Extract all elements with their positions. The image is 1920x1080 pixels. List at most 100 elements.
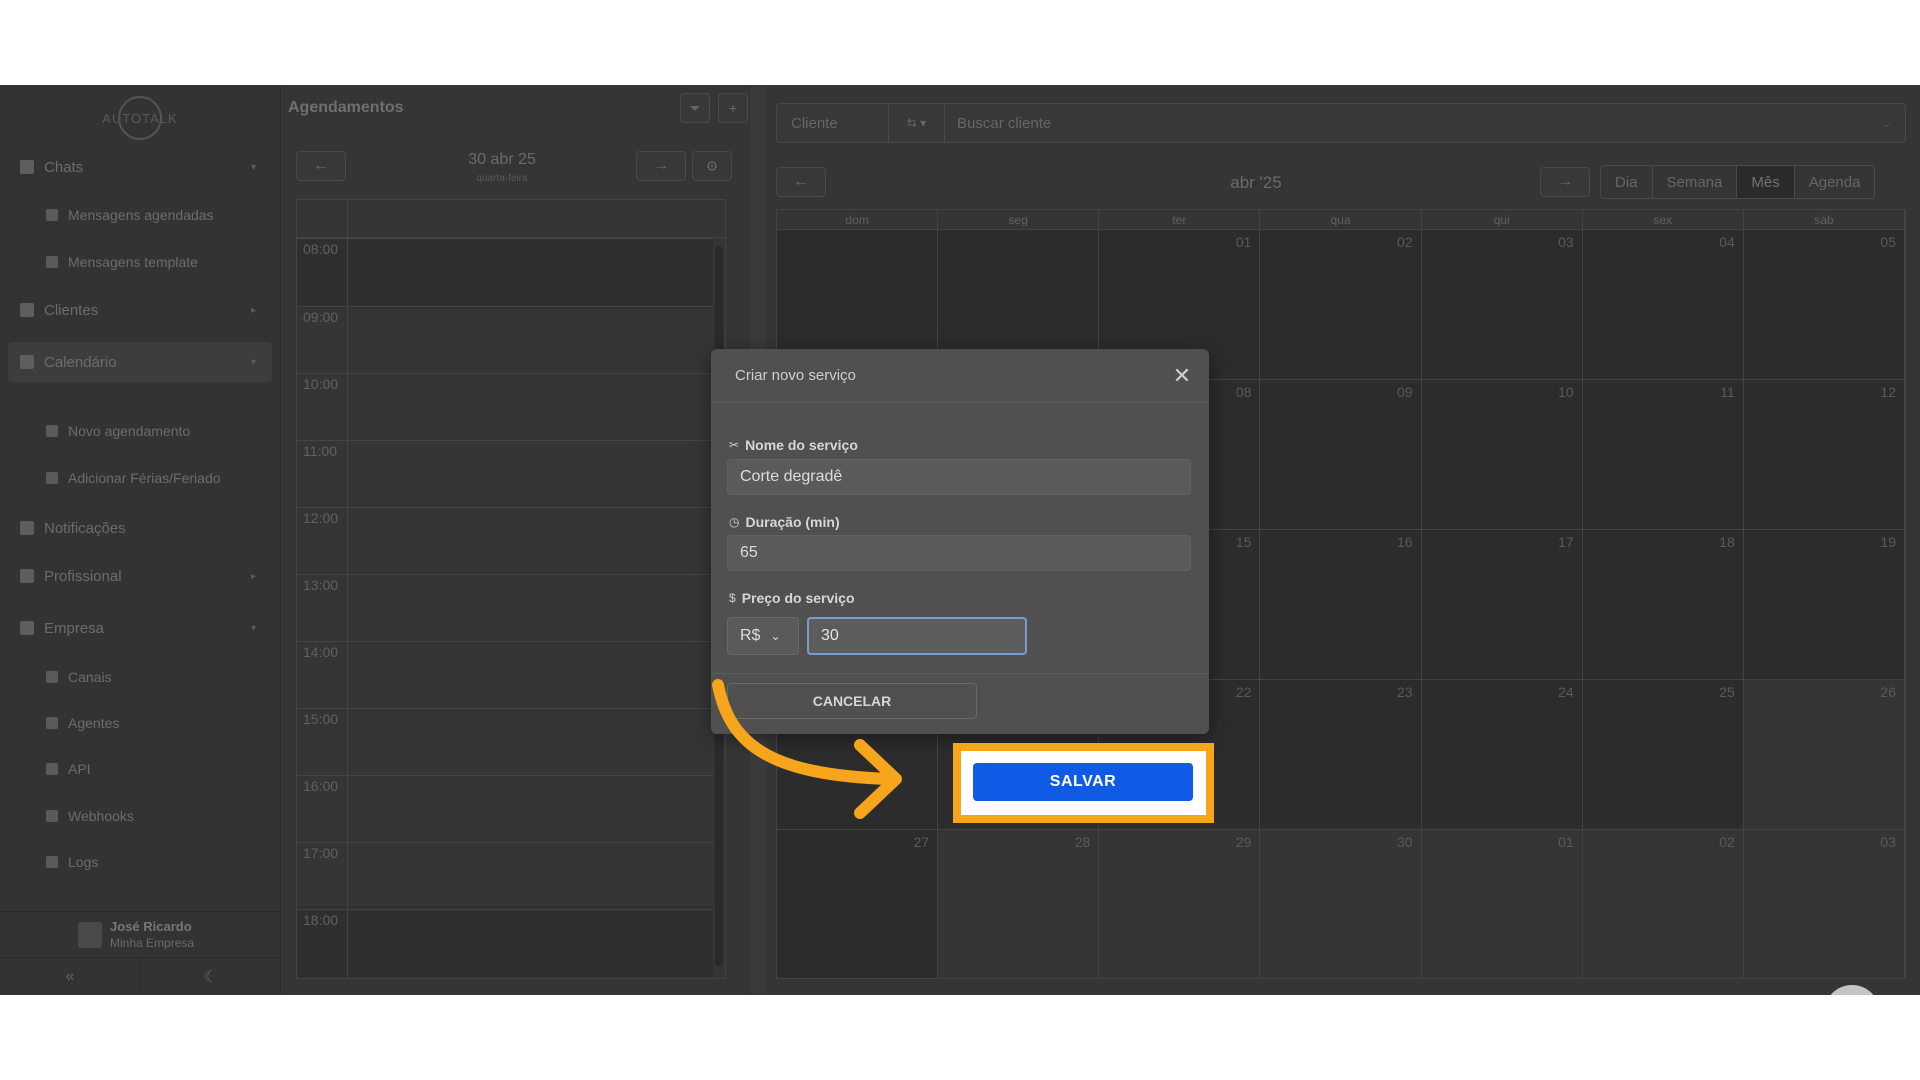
sliders-icon[interactable]: ⇆ ▾ — [889, 104, 945, 142]
filter-icon[interactable]: ⏷ — [680, 93, 710, 123]
sidebar-item-notificacoes[interactable]: Notificações — [8, 508, 272, 548]
day-cell[interactable]: 25 — [1582, 680, 1744, 829]
day-cell[interactable]: 03 — [1421, 230, 1583, 379]
tutorial-arrow-icon — [712, 679, 902, 819]
day-cell[interactable]: 23 — [1260, 680, 1422, 829]
view-week-button[interactable]: Semana — [1653, 166, 1738, 198]
chevron-down-icon[interactable]: ⌄ — [1869, 116, 1905, 130]
day-cell[interactable]: 09 — [1260, 380, 1422, 529]
hour-row[interactable]: 18:00 — [297, 909, 713, 928]
day-cell[interactable]: 19 — [1743, 530, 1905, 679]
duration-label: ◷ Duração (min) — [729, 514, 840, 530]
sidebar-item-logs[interactable]: Logs — [46, 847, 98, 877]
prev-day-button[interactable]: ← — [296, 151, 346, 181]
webhook-icon — [46, 810, 58, 822]
sidebar-item-api[interactable]: API — [46, 754, 91, 784]
list-icon — [46, 856, 58, 868]
chevron-down-icon: ▾ — [250, 622, 256, 634]
day-cell[interactable]: 12 — [1743, 380, 1905, 529]
sidebar-item-webhooks[interactable]: Webhooks — [46, 801, 134, 831]
users-icon — [20, 303, 34, 317]
day-cell[interactable]: 28 — [938, 830, 1100, 978]
day-cell[interactable]: 02 — [1583, 830, 1744, 978]
link-icon — [46, 671, 58, 683]
client-filter-bar: Cliente ⇆ ▾ Buscar cliente ⌄ — [776, 103, 1906, 143]
day-grid: 08:00 09:00 10:00 11:00 12:00 13:00 14:0… — [296, 199, 726, 979]
gear-icon[interactable]: ⚙ — [692, 151, 732, 181]
sidebar-item-mensagens-template[interactable]: Mensagens template — [46, 247, 198, 277]
chat-icon — [20, 160, 34, 174]
hour-row[interactable]: 11:00 — [297, 440, 713, 459]
agenda-weekday: quarta-feira — [476, 173, 528, 184]
hour-row[interactable]: 12:00 — [297, 507, 713, 526]
sidebar-item-novo-agendamento[interactable]: Novo agendamento — [46, 416, 190, 446]
hour-row[interactable]: 10:00 — [297, 373, 713, 392]
close-icon[interactable]: ✕ — [1169, 363, 1195, 389]
day-cell[interactable]: 01 — [1422, 830, 1583, 978]
save-button[interactable]: SALVAR — [973, 763, 1193, 801]
chevron-down-icon: ▾ — [250, 161, 256, 173]
day-cell[interactable]: 04 — [1582, 230, 1744, 379]
view-month-button[interactable]: Mês — [1737, 166, 1795, 198]
sidebar-item-empresa[interactable]: Empresa ▾ — [8, 608, 272, 648]
week-row: 27 28 29 30 01 02 03 — [777, 830, 1905, 978]
moon-icon[interactable]: ☾ — [141, 958, 281, 995]
hour-row[interactable]: 09:00 — [297, 306, 713, 325]
day-cell[interactable]: 05 — [1743, 230, 1905, 379]
prev-month-button[interactable]: ← — [776, 167, 826, 197]
view-agenda-button[interactable]: Agenda — [1795, 166, 1875, 198]
sidebar-item-calendario[interactable]: Calendário ▾ — [8, 342, 272, 382]
sidebar-item-clientes[interactable]: Clientes ▸ — [8, 290, 272, 330]
hour-row[interactable]: 14:00 — [297, 641, 713, 660]
weekday-header: dom seg ter qua qui sex sáb — [777, 210, 1905, 230]
user-profile[interactable]: José Ricardo Minha Empresa — [0, 911, 281, 957]
sidebar: AUTOTALK Chats ▾ Mensagens agendadas Mens… — [0, 85, 281, 995]
client-select[interactable]: Cliente — [777, 104, 889, 142]
hour-row[interactable]: 16:00 — [297, 775, 713, 794]
chevron-right-icon: ▸ — [250, 570, 256, 582]
sidebar-item-ferias-feriado[interactable]: Adicionar Férias/Feriado — [46, 463, 221, 493]
sidebar-item-chats[interactable]: Chats ▾ — [8, 147, 272, 187]
day-cell[interactable]: 17 — [1421, 530, 1583, 679]
day-cell[interactable]: 24 — [1421, 680, 1583, 829]
day-cell[interactable]: 02 — [1260, 230, 1422, 379]
hour-row[interactable]: 13:00 — [297, 574, 713, 593]
day-cell[interactable]: 30 — [1260, 830, 1422, 978]
day-cell[interactable]: 27 — [777, 830, 939, 978]
day-cell[interactable]: 16 — [1260, 530, 1422, 679]
app-screen: AUTOTALK Chats ▾ Mensagens agendadas Mens… — [0, 85, 1920, 995]
currency-select[interactable]: R$ ⌄ — [727, 617, 799, 655]
next-month-button[interactable]: → — [1540, 167, 1590, 197]
template-icon — [46, 256, 58, 268]
duration-input[interactable]: 65 — [727, 535, 1191, 571]
sidebar-item-profissional[interactable]: Profissional ▸ — [8, 556, 272, 596]
calendar-icon — [20, 355, 34, 369]
hour-row[interactable]: 17:00 — [297, 842, 713, 861]
sidebar-item-mensagens-agendadas[interactable]: Mensagens agendadas — [46, 200, 214, 230]
price-input[interactable]: 30 — [807, 617, 1027, 655]
sidebar-item-canais[interactable]: Canais — [46, 662, 112, 692]
service-name-input[interactable]: Corte degradê — [727, 459, 1191, 495]
day-cell[interactable]: 18 — [1582, 530, 1744, 679]
sidebar-item-agentes[interactable]: Agentes — [46, 708, 119, 738]
view-switcher: Dia Semana Mês Agenda — [1600, 165, 1876, 199]
next-day-button[interactable]: → — [636, 151, 686, 181]
user-icon — [20, 569, 34, 583]
day-cell[interactable]: 26 — [1744, 680, 1905, 829]
service-name-label: ✂ Nome do serviço — [729, 437, 858, 453]
day-cell[interactable]: 29 — [1099, 830, 1261, 978]
dollar-icon: $ — [729, 591, 736, 605]
day-cell[interactable]: 10 — [1421, 380, 1583, 529]
chevron-down-icon: ⌄ — [770, 629, 781, 643]
sidebar-footer: « ☾ — [0, 957, 281, 995]
add-icon[interactable]: + — [718, 93, 748, 123]
view-day-button[interactable]: Dia — [1601, 166, 1653, 198]
hour-row[interactable]: 08:00 — [297, 238, 713, 257]
day-cell[interactable]: 03 — [1744, 830, 1905, 978]
collapse-sidebar-icon[interactable]: « — [0, 958, 141, 995]
agenda-title: Agendamentos — [288, 99, 404, 116]
day-cell[interactable]: 11 — [1582, 380, 1744, 529]
client-search-input[interactable]: Buscar cliente — [945, 115, 1869, 132]
building-icon — [78, 921, 102, 948]
hour-row[interactable]: 15:00 — [297, 708, 713, 727]
